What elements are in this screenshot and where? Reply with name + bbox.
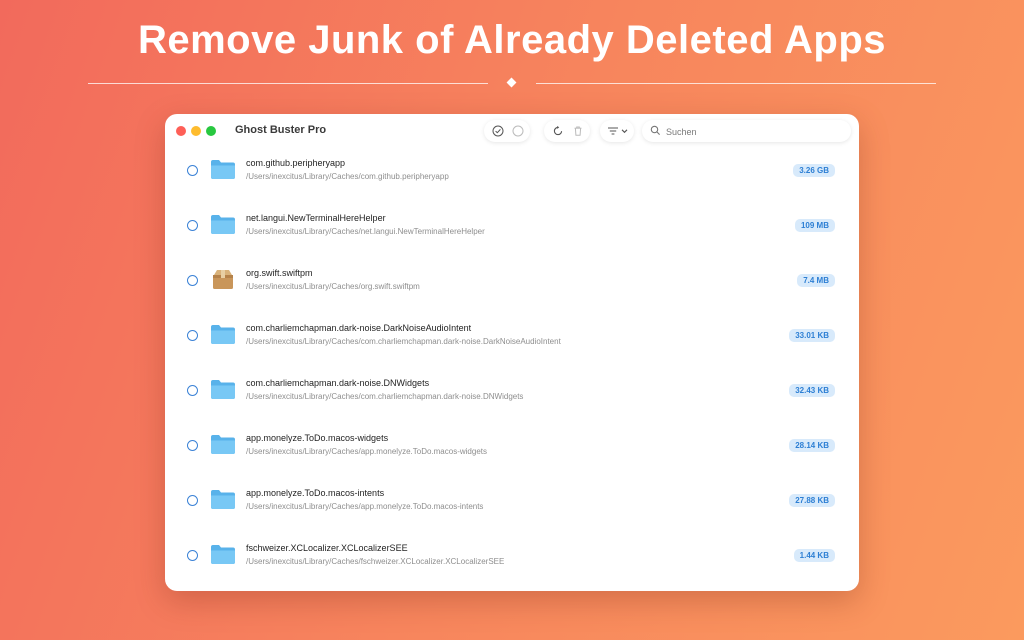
- size-badge: 27.88 KB: [789, 494, 835, 507]
- size-badge: 1.44 KB: [793, 549, 835, 562]
- item-select-radio[interactable]: [187, 550, 198, 561]
- item-path: /Users/inexcitus/Library/Caches/net.lang…: [246, 227, 485, 236]
- size-badge: 7.4 MB: [797, 274, 835, 287]
- action-toolbar-group: [544, 120, 590, 142]
- folder-icon: [211, 490, 235, 509]
- filter-menu-button[interactable]: [603, 120, 631, 142]
- item-select-radio[interactable]: [187, 220, 198, 231]
- size-badge: 3.26 GB: [793, 164, 835, 177]
- empty-circle-icon: [512, 125, 523, 137]
- divider-diamond: [506, 77, 517, 88]
- item-path: /Users/inexcitus/Library/Caches/app.mone…: [246, 502, 484, 511]
- select-all-button[interactable]: [488, 120, 507, 142]
- item-path: /Users/inexcitus/Library/Caches/com.gith…: [246, 172, 449, 181]
- zoom-window-button[interactable]: [206, 126, 216, 136]
- list-item[interactable]: app.monelyze.ToDo.macos-intents /Users/i…: [165, 478, 859, 533]
- delete-button[interactable]: [568, 120, 587, 142]
- item-select-radio[interactable]: [187, 440, 198, 451]
- divider-right: [536, 83, 936, 84]
- package-icon: [213, 270, 233, 289]
- item-name: fschweizer.XCLocalizer.XCLocalizerSEE: [246, 543, 408, 553]
- item-path: /Users/inexcitus/Library/Caches/com.char…: [246, 337, 561, 346]
- item-select-radio[interactable]: [187, 165, 198, 176]
- list-item[interactable]: app.monelyze.ToDo.macos-widgets /Users/i…: [165, 423, 859, 478]
- item-path: /Users/inexcitus/Library/Caches/fschweiz…: [246, 557, 505, 566]
- divider-left: [88, 83, 488, 84]
- title-bar: Ghost Buster Pro: [165, 114, 859, 148]
- item-name: app.monelyze.ToDo.macos-intents: [246, 488, 385, 498]
- size-badge: 28.14 KB: [789, 439, 835, 452]
- item-select-radio[interactable]: [187, 275, 198, 286]
- item-name: com.charliemchapman.dark-noise.DNWidgets: [246, 378, 430, 388]
- item-select-radio[interactable]: [187, 495, 198, 506]
- list-item[interactable]: com.charliemchapman.dark-noise.DNWidgets…: [165, 368, 859, 423]
- item-name: com.charliemchapman.dark-noise.DarkNoise…: [246, 323, 472, 333]
- folder-icon: [211, 215, 235, 234]
- selection-toolbar-group: [484, 120, 530, 142]
- folder-icon: [211, 380, 235, 399]
- headline: Remove Junk of Already Deleted Apps: [137, 18, 887, 62]
- search-icon: [650, 125, 660, 135]
- check-circle-icon: [492, 125, 503, 137]
- refresh-button[interactable]: [548, 120, 567, 142]
- app-window: Ghost Buster Pro Suchen com.github.perip…: [165, 114, 859, 591]
- size-badge: 32.43 KB: [789, 384, 835, 397]
- search-input[interactable]: [664, 123, 848, 141]
- size-badge: 33.01 KB: [789, 329, 835, 342]
- folder-icon: [211, 435, 235, 454]
- filter-toolbar-group: [600, 120, 634, 142]
- folder-icon: [211, 545, 235, 564]
- item-name: app.monelyze.ToDo.macos-widgets: [246, 433, 389, 443]
- item-name: org.swift.swiftpm: [246, 268, 313, 278]
- list-item[interactable]: fschweizer.XCLocalizer.XCLocalizerSEE /U…: [165, 533, 859, 588]
- item-name: com.github.peripheryapp: [246, 158, 346, 168]
- list-item[interactable]: org.swift.swiftpm /Users/inexcitus/Libra…: [165, 258, 859, 313]
- app-title: Ghost Buster Pro: [235, 124, 327, 136]
- list-item[interactable]: net.langui.NewTerminalHereHelper /Users/…: [165, 203, 859, 258]
- deselect-all-button[interactable]: [508, 120, 527, 142]
- filter-icon: [607, 127, 618, 135]
- list-item[interactable]: com.charliemchapman.dark-noise.DarkNoise…: [165, 313, 859, 368]
- item-path: /Users/inexcitus/Library/Caches/com.char…: [246, 392, 524, 401]
- close-window-button[interactable]: [176, 126, 186, 136]
- size-badge: 109 MB: [794, 219, 835, 232]
- item-path: /Users/inexcitus/Library/Caches/org.swif…: [246, 282, 420, 291]
- item-select-radio[interactable]: [187, 330, 198, 341]
- search-field[interactable]: [642, 120, 851, 142]
- trash-icon: [574, 126, 581, 136]
- minimize-window-button[interactable]: [191, 126, 201, 136]
- folder-icon: [211, 160, 235, 179]
- chevron-down-icon: [621, 129, 627, 134]
- list-item[interactable]: com.github.peripheryapp /Users/inexcitus…: [165, 148, 859, 203]
- refresh-icon: [553, 125, 562, 136]
- item-select-radio[interactable]: [187, 385, 198, 396]
- folder-icon: [211, 325, 235, 344]
- item-name: net.langui.NewTerminalHereHelper: [246, 213, 386, 223]
- item-path: /Users/inexcitus/Library/Caches/app.mone…: [246, 447, 487, 456]
